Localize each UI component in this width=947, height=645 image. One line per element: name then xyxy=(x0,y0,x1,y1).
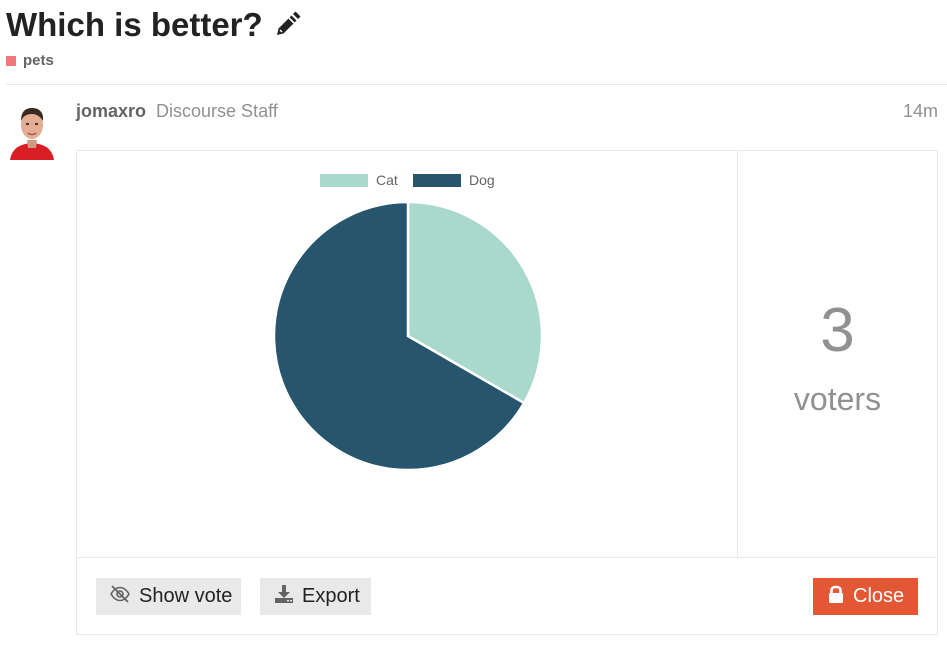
legend-label-dog: Dog xyxy=(469,172,495,188)
close-button[interactable]: Close xyxy=(813,578,918,615)
export-button[interactable]: Export xyxy=(260,578,371,615)
post-date[interactable]: 14m xyxy=(903,101,938,122)
legend-swatch-cat[interactable] xyxy=(320,174,368,187)
page-title: Which is better? xyxy=(6,6,263,43)
legend-label-cat: Cat xyxy=(376,172,398,188)
voters-label: voters xyxy=(793,381,882,417)
user-title: Discourse Staff xyxy=(156,101,278,121)
legend-swatch-dog[interactable] xyxy=(413,174,461,187)
poll-buttons: Show vote Export Close xyxy=(77,557,937,634)
poll-chart: Cat Dog xyxy=(77,151,738,557)
export-label: Export xyxy=(302,585,360,607)
pencil-icon[interactable] xyxy=(273,11,301,39)
category-color-square xyxy=(6,55,16,66)
lock-icon xyxy=(827,584,845,610)
download-icon xyxy=(274,584,294,610)
voters-count: 3 xyxy=(820,296,855,365)
title-divider xyxy=(6,84,947,85)
category-name: pets xyxy=(23,52,54,69)
poll-info: 3 voters xyxy=(738,151,937,557)
category-badge[interactable]: pets xyxy=(6,52,54,69)
topic-title: Which is better? xyxy=(6,6,301,44)
post-header: jomaxro Discourse Staff xyxy=(76,101,278,122)
poll: Cat Dog 3 voters Show vote Export Close xyxy=(76,150,938,635)
show-vote-label: Show vote xyxy=(139,585,233,607)
close-label: Close xyxy=(853,585,905,607)
eye-slash-icon xyxy=(109,584,131,609)
pie-chart: Cat Dog xyxy=(272,172,544,472)
show-vote-button[interactable]: Show vote xyxy=(96,578,241,615)
avatar[interactable] xyxy=(8,102,56,160)
username[interactable]: jomaxro xyxy=(76,101,146,122)
